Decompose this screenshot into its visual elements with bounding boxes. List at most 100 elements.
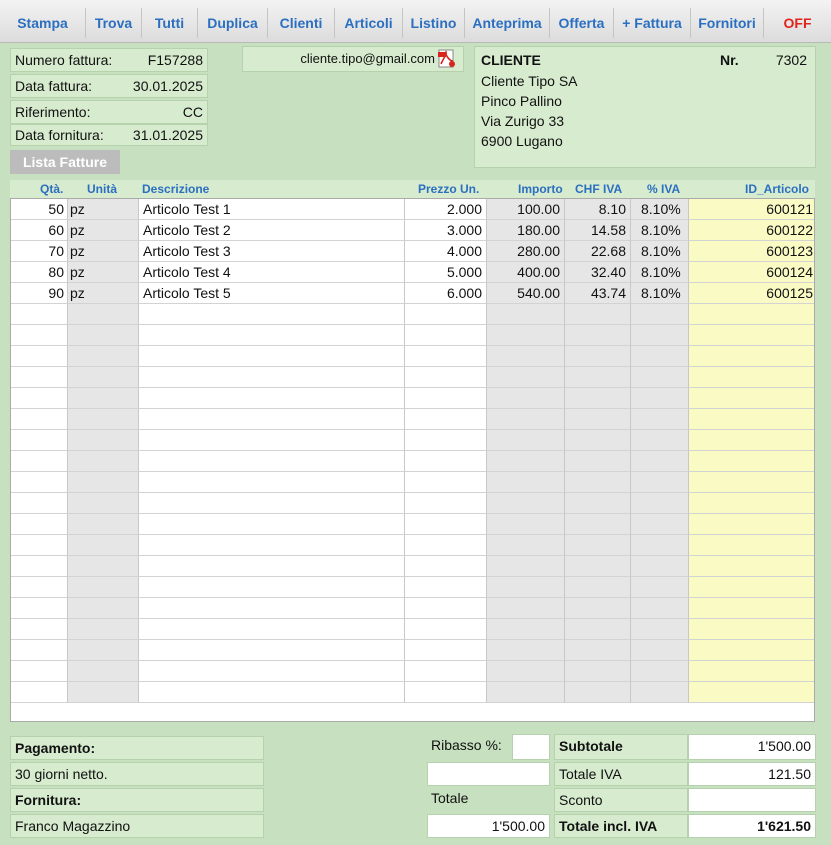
cell-chf-iva[interactable] bbox=[565, 598, 631, 619]
cell-unita[interactable] bbox=[68, 346, 139, 367]
table-row[interactable] bbox=[11, 682, 814, 703]
cell-pct-iva[interactable]: 8.10% bbox=[631, 220, 689, 241]
cell-importo[interactable] bbox=[487, 619, 565, 640]
cell-importo[interactable] bbox=[487, 388, 565, 409]
cell-descrizione[interactable] bbox=[139, 598, 405, 619]
cell-unita[interactable] bbox=[68, 388, 139, 409]
cell-descrizione[interactable] bbox=[139, 367, 405, 388]
cell-qta[interactable] bbox=[11, 451, 68, 472]
totale-incl-iva-value[interactable]: 1'621.50 bbox=[688, 814, 816, 838]
off-button[interactable]: OFF bbox=[764, 8, 831, 38]
cell-unita[interactable] bbox=[68, 514, 139, 535]
cell-chf-iva[interactable]: 8.10 bbox=[565, 199, 631, 220]
cell-prezzo[interactable]: 4.000 bbox=[405, 241, 487, 262]
cell-prezzo[interactable]: 2.000 bbox=[405, 199, 487, 220]
cell-pct-iva[interactable] bbox=[631, 640, 689, 661]
cell-chf-iva[interactable] bbox=[565, 493, 631, 514]
cell-qta[interactable] bbox=[11, 304, 68, 325]
cell-id-articolo[interactable] bbox=[689, 598, 814, 619]
cell-descrizione[interactable] bbox=[139, 682, 405, 703]
cell-chf-iva[interactable] bbox=[565, 535, 631, 556]
table-row[interactable] bbox=[11, 409, 814, 430]
cell-descrizione[interactable] bbox=[139, 346, 405, 367]
cell-importo[interactable] bbox=[487, 346, 565, 367]
cell-id-articolo[interactable] bbox=[689, 346, 814, 367]
clienti-button[interactable]: Clienti bbox=[268, 8, 335, 38]
table-row[interactable] bbox=[11, 640, 814, 661]
cell-unita[interactable] bbox=[68, 661, 139, 682]
cell-importo[interactable] bbox=[487, 430, 565, 451]
cell-prezzo[interactable] bbox=[405, 346, 487, 367]
cell-chf-iva[interactable] bbox=[565, 325, 631, 346]
cell-qta[interactable] bbox=[11, 388, 68, 409]
cell-qta[interactable]: 80 bbox=[11, 262, 68, 283]
cell-pct-iva[interactable] bbox=[631, 577, 689, 598]
cell-descrizione[interactable]: Articolo Test 1 bbox=[139, 199, 405, 220]
cell-descrizione[interactable] bbox=[139, 514, 405, 535]
cell-id-articolo[interactable] bbox=[689, 535, 814, 556]
stampa-button[interactable]: Stampa bbox=[0, 8, 86, 38]
table-row[interactable]: 70 pz Articolo Test 3 4.000 280.00 22.68 8.10%… bbox=[11, 241, 814, 262]
table-row[interactable] bbox=[11, 325, 814, 346]
cell-pct-iva[interactable]: 8.10% bbox=[631, 199, 689, 220]
cell-prezzo[interactable] bbox=[405, 640, 487, 661]
cell-chf-iva[interactable] bbox=[565, 640, 631, 661]
cell-chf-iva[interactable] bbox=[565, 451, 631, 472]
cell-qta[interactable] bbox=[11, 556, 68, 577]
cell-prezzo[interactable] bbox=[405, 493, 487, 514]
cell-id-articolo[interactable] bbox=[689, 514, 814, 535]
cell-descrizione[interactable] bbox=[139, 556, 405, 577]
table-row[interactable]: 80 pz Articolo Test 4 5.000 400.00 32.40 8.10%… bbox=[11, 262, 814, 283]
fornitori-button[interactable]: Fornitori bbox=[691, 8, 764, 38]
cell-descrizione[interactable] bbox=[139, 451, 405, 472]
table-row[interactable] bbox=[11, 661, 814, 682]
nuova-fattura-button[interactable]: + Fattura bbox=[614, 8, 691, 38]
table-row[interactable] bbox=[11, 451, 814, 472]
cell-descrizione[interactable] bbox=[139, 304, 405, 325]
cell-id-articolo[interactable] bbox=[689, 682, 814, 703]
cell-id-articolo[interactable] bbox=[689, 661, 814, 682]
cell-unita[interactable] bbox=[68, 367, 139, 388]
cell-unita[interactable]: pz bbox=[68, 283, 139, 304]
cell-prezzo[interactable]: 5.000 bbox=[405, 262, 487, 283]
cell-qta[interactable] bbox=[11, 346, 68, 367]
cell-unita[interactable] bbox=[68, 619, 139, 640]
cell-chf-iva[interactable] bbox=[565, 430, 631, 451]
cell-id-articolo[interactable]: 600125 bbox=[689, 283, 814, 304]
cell-id-articolo[interactable] bbox=[689, 472, 814, 493]
cell-qta[interactable] bbox=[11, 619, 68, 640]
cell-importo[interactable] bbox=[487, 535, 565, 556]
cell-importo[interactable] bbox=[487, 409, 565, 430]
cell-qta[interactable] bbox=[11, 367, 68, 388]
cell-descrizione[interactable]: Articolo Test 2 bbox=[139, 220, 405, 241]
cell-qta[interactable] bbox=[11, 514, 68, 535]
cell-unita[interactable] bbox=[68, 577, 139, 598]
table-row[interactable] bbox=[11, 472, 814, 493]
cell-importo[interactable] bbox=[487, 367, 565, 388]
cell-qta[interactable] bbox=[11, 493, 68, 514]
cell-importo[interactable] bbox=[487, 304, 565, 325]
cell-pct-iva[interactable] bbox=[631, 304, 689, 325]
cell-prezzo[interactable] bbox=[405, 619, 487, 640]
trova-button[interactable]: Trova bbox=[86, 8, 142, 38]
table-row[interactable] bbox=[11, 514, 814, 535]
cell-pct-iva[interactable] bbox=[631, 472, 689, 493]
cell-descrizione[interactable]: Articolo Test 5 bbox=[139, 283, 405, 304]
cell-pct-iva[interactable] bbox=[631, 619, 689, 640]
cell-descrizione[interactable]: Articolo Test 4 bbox=[139, 262, 405, 283]
cell-pct-iva[interactable] bbox=[631, 346, 689, 367]
cell-chf-iva[interactable] bbox=[565, 556, 631, 577]
cell-id-articolo[interactable] bbox=[689, 619, 814, 640]
cell-chf-iva[interactable]: 22.68 bbox=[565, 241, 631, 262]
cell-importo[interactable]: 400.00 bbox=[487, 262, 565, 283]
ribasso-amount-field[interactable] bbox=[427, 762, 550, 786]
cell-id-articolo[interactable] bbox=[689, 640, 814, 661]
cell-qta[interactable] bbox=[11, 682, 68, 703]
cell-qta[interactable] bbox=[11, 409, 68, 430]
cell-pct-iva[interactable] bbox=[631, 514, 689, 535]
cell-importo[interactable]: 280.00 bbox=[487, 241, 565, 262]
cell-qta[interactable] bbox=[11, 325, 68, 346]
cell-unita[interactable] bbox=[68, 430, 139, 451]
cell-id-articolo[interactable]: 600123 bbox=[689, 241, 814, 262]
cell-unita[interactable] bbox=[68, 325, 139, 346]
